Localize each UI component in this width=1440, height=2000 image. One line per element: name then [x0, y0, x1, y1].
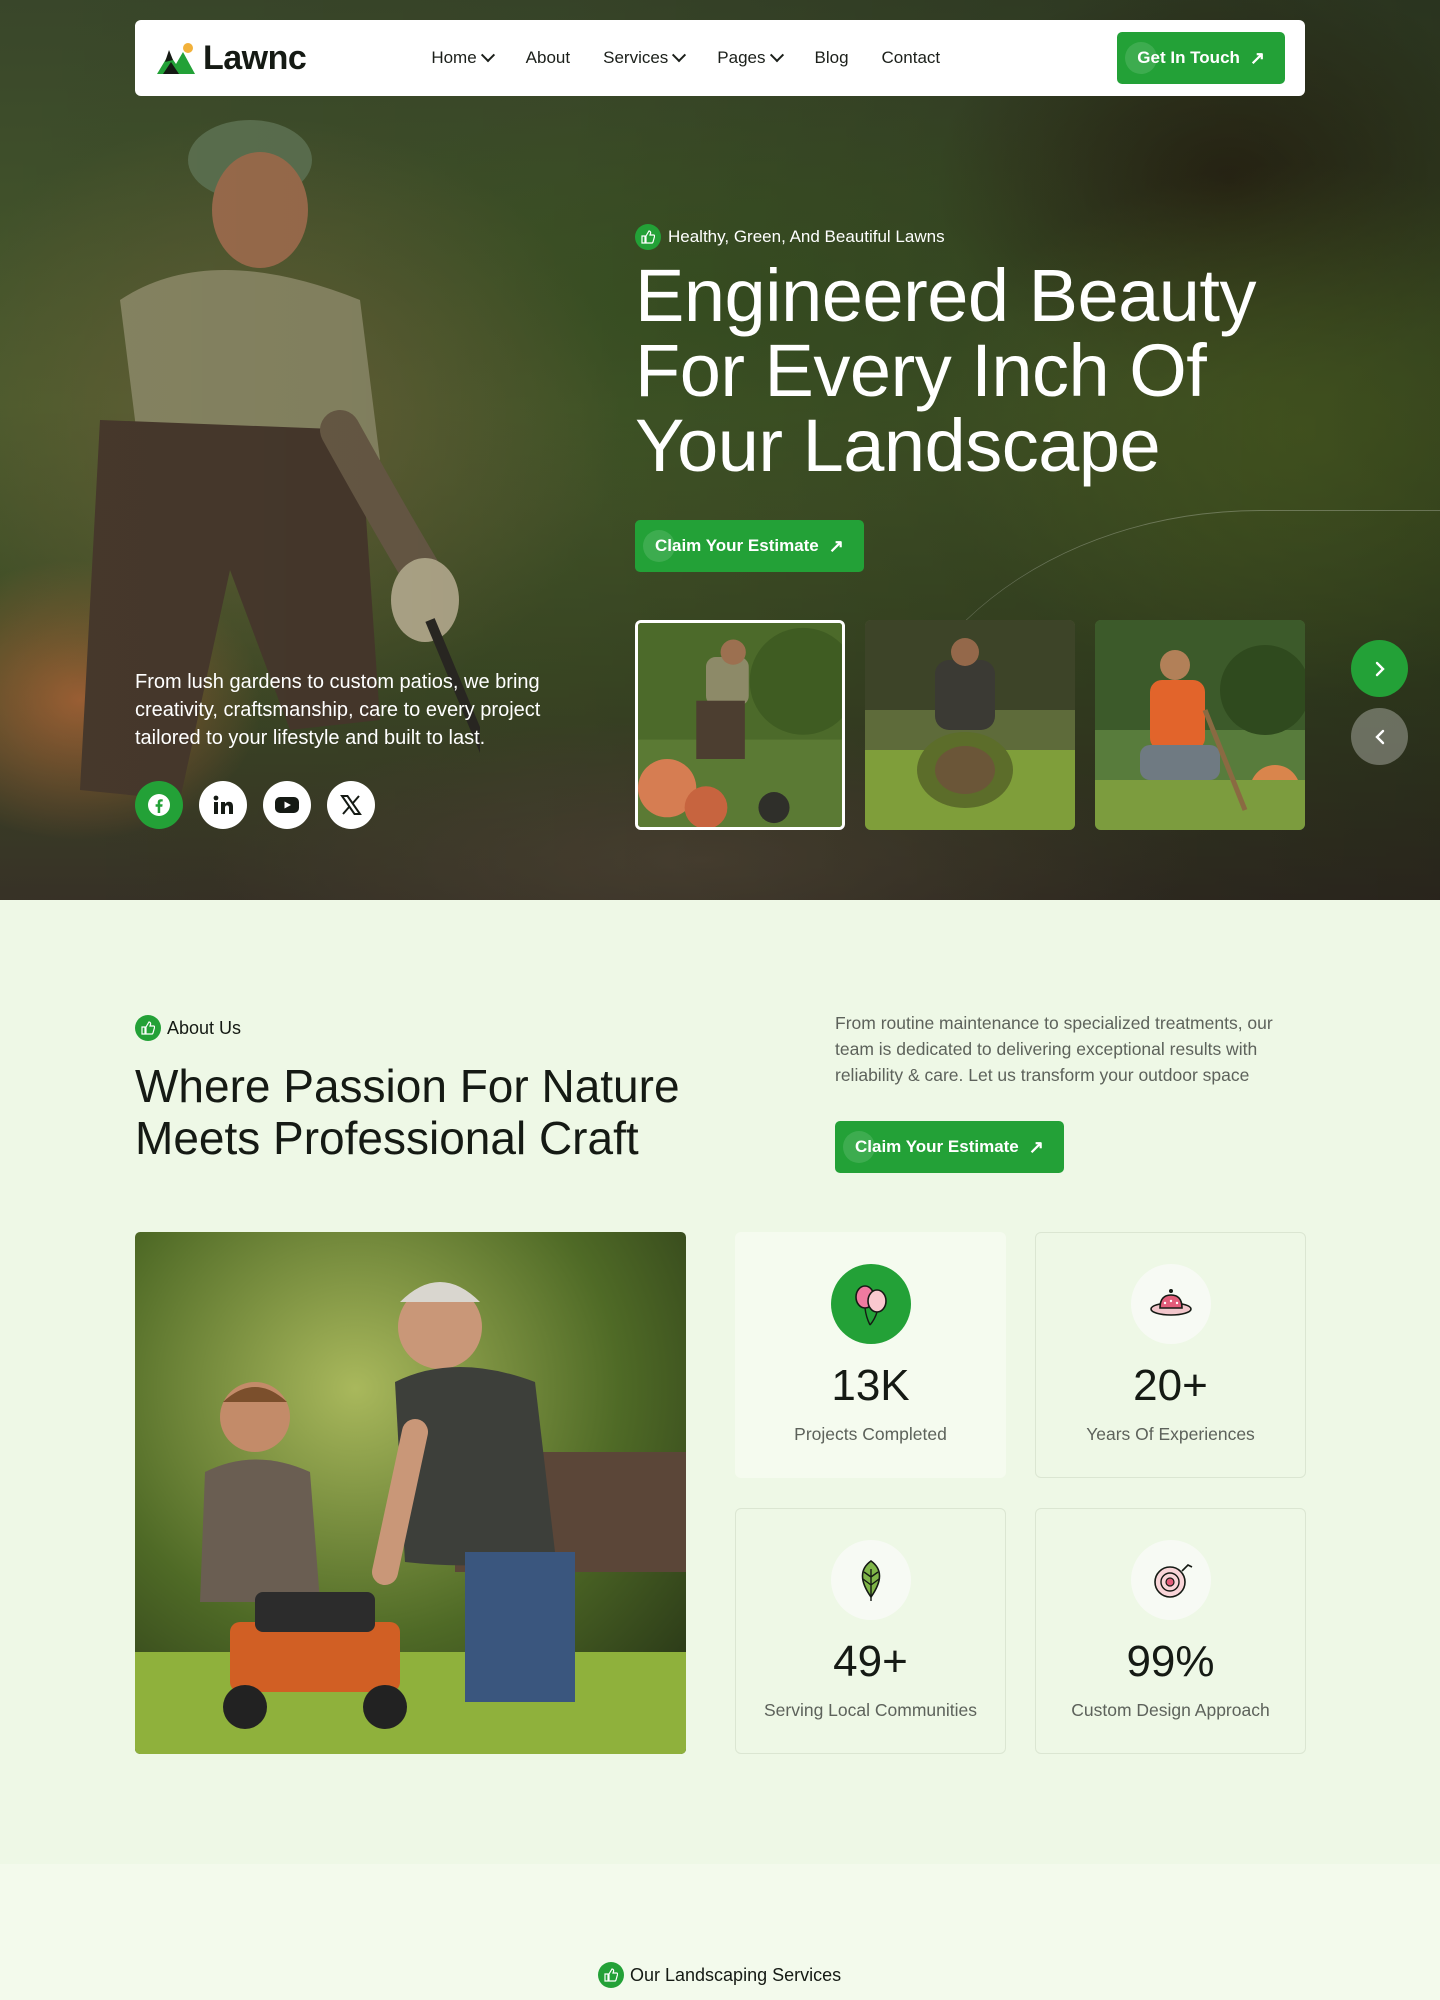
button-label: Claim Your Estimate: [655, 536, 819, 555]
about-description: From routine maintenance to specialized …: [835, 1013, 1273, 1085]
stat-label: Custom Design Approach: [1071, 1700, 1270, 1720]
hero-description: From lush gardens to custom patios, we b…: [135, 671, 541, 749]
nav-item-label: About: [525, 48, 571, 67]
hat-icon: [1149, 1289, 1192, 1316]
stat-label: Years Of Experiences: [1086, 1424, 1255, 1444]
stat-card-design: 99% Custom Design Approach: [1035, 1508, 1306, 1754]
youtube-icon: [275, 797, 299, 813]
get-in-touch-button[interactable]: Get In Touch ↗: [1117, 32, 1285, 84]
logo[interactable]: Lawnc: [155, 38, 307, 78]
nav-item-about[interactable]: About: [526, 48, 570, 68]
linkedin-link[interactable]: [199, 781, 247, 829]
about-title: Where Passion For Nature Meets Professio…: [135, 1060, 680, 1164]
chevron-right-icon: [1375, 661, 1385, 676]
x-link[interactable]: [327, 781, 375, 829]
facebook-link[interactable]: [135, 781, 183, 829]
hero-title: Engineered Beauty For Every Inch Of Your…: [635, 254, 1256, 487]
nav-item-label: Home: [431, 48, 477, 67]
hose-reel-icon: [1153, 1564, 1192, 1598]
social-links: [135, 781, 375, 829]
thumbs-up-icon: [635, 224, 661, 250]
hero-section: Lawnc Home About Services Pages Blog Con…: [0, 0, 1440, 900]
logo-text: Lawnc: [203, 38, 307, 77]
nav-item-label: Contact: [881, 48, 941, 67]
balloons-icon: [854, 1285, 887, 1326]
hero-tagline: Healthy, Green, And Beautiful Lawns: [635, 224, 945, 250]
logo-mark-icon: [157, 43, 195, 74]
claim-estimate-button[interactable]: Claim Your Estimate ↗: [835, 1121, 1064, 1173]
arrow-up-right-icon: ↗: [1249, 47, 1265, 68]
thumbnail-gardener-with-shovel[interactable]: [1095, 620, 1305, 830]
thumbnail-gardener-mowing[interactable]: [635, 620, 845, 830]
previous-slide-button[interactable]: [1351, 708, 1408, 765]
about-photo: [135, 1232, 686, 1754]
button-label: Claim Your Estimate: [855, 1137, 1019, 1156]
stat-label: Projects Completed: [794, 1424, 947, 1444]
stat-card-communities: 49+ Serving Local Communities: [735, 1508, 1006, 1754]
thumbs-up-icon: [135, 1015, 161, 1041]
nav-item-contact[interactable]: Contact: [882, 48, 941, 68]
facebook-icon: [148, 794, 170, 816]
stat-label: Serving Local Communities: [763, 1700, 977, 1720]
thumbs-up-icon: [598, 1962, 624, 1988]
nav-item-home[interactable]: Home: [431, 48, 495, 68]
chevron-down-icon: [672, 48, 687, 63]
hero-thumbnail-gallery: [635, 620, 1305, 830]
linkedin-icon: [213, 795, 233, 814]
next-slide-button[interactable]: [1351, 640, 1408, 697]
x-icon: [340, 795, 362, 815]
about-tag: About Us: [135, 1015, 241, 1041]
chevron-down-icon: [769, 48, 784, 63]
nav-item-label: Services: [603, 48, 669, 67]
about-section: About Us Where Passion For Nature Meets …: [0, 900, 1440, 1864]
main-menu: Home About Services Pages Blog Contact: [431, 48, 940, 68]
claim-estimate-button[interactable]: Claim Your Estimate ↗: [635, 520, 864, 572]
stat-value: 49+: [833, 1637, 908, 1686]
leaf-icon: [861, 1560, 880, 1601]
youtube-link[interactable]: [263, 781, 311, 829]
chevron-left-icon: [1374, 729, 1384, 744]
stat-value: 20+: [1133, 1361, 1208, 1410]
nav-item-services[interactable]: Services: [603, 48, 687, 68]
services-tag: Our Landscaping Services: [598, 1962, 841, 1988]
tagline-text: Healthy, Green, And Beautiful Lawns: [668, 227, 945, 246]
stat-value: 99%: [1126, 1637, 1215, 1686]
stat-value: 13K: [831, 1361, 910, 1410]
tag-text: About Us: [167, 1017, 242, 1038]
navbar: Lawnc Home About Services Pages Blog Con…: [135, 20, 1305, 96]
services-section: Our Landscaping Services: [0, 1864, 1440, 2000]
nav-item-label: Blog: [814, 48, 849, 67]
chevron-down-icon: [480, 48, 495, 63]
thumbnail-laying-turf-roll[interactable]: [865, 620, 1075, 830]
tag-text: Our Landscaping Services: [630, 1964, 842, 1985]
arrow-up-right-icon: ↗: [1028, 1136, 1044, 1157]
nav-item-pages[interactable]: Pages: [717, 48, 784, 68]
stat-card-experience: 20+ Years Of Experiences: [1035, 1232, 1306, 1478]
nav-item-label: Pages: [717, 48, 766, 67]
stat-card-projects: 13K Projects Completed: [735, 1232, 1006, 1478]
nav-item-blog[interactable]: Blog: [815, 48, 849, 68]
arrow-up-right-icon: ↗: [828, 535, 844, 556]
